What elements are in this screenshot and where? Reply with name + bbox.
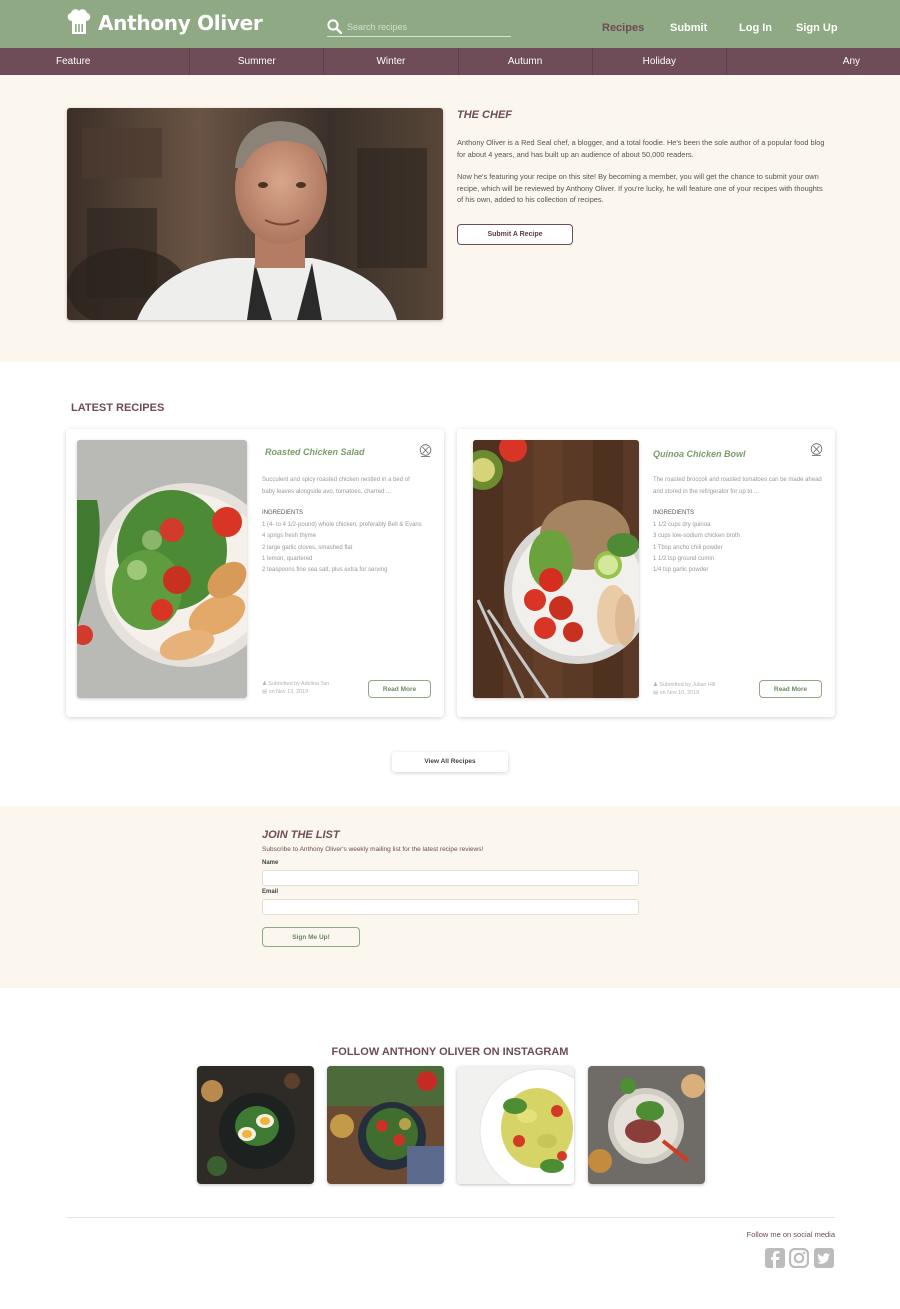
- ingredients-heading: INGREDIENTS: [653, 510, 695, 516]
- social-caption: Follow me on social media: [746, 1230, 835, 1239]
- chef-hat-icon: [67, 9, 91, 34]
- chef-bio-paragraph-2: Now he's featuring your recipe on this s…: [457, 172, 823, 204]
- brand-name: Anthony Oliver: [98, 11, 263, 35]
- read-more-button[interactable]: Read More: [759, 680, 822, 698]
- submitted-date: on Nov 13, 2019: [268, 688, 309, 695]
- newsletter-section: JOIN THE LIST Subscribe to Anthony Olive…: [0, 806, 900, 988]
- recipe-description: The roasted broccoli and roasted tomatoe…: [653, 477, 822, 495]
- submitted-date: on Nov 10, 2019: [659, 689, 700, 696]
- recipe-card: Quinoa Chicken Bowl The roasted broccoli…: [457, 429, 835, 717]
- facebook-icon[interactable]: [765, 1248, 785, 1268]
- sign-me-up-button[interactable]: Sign Me Up!: [262, 927, 360, 947]
- calendar-icon: ▤: [653, 689, 659, 696]
- search-icon[interactable]: [327, 19, 342, 34]
- chef-portrait-image: [67, 108, 443, 320]
- chef-heading: THE CHEF: [457, 109, 512, 121]
- top-header: Anthony Oliver Recipes Submit Log In Sig…: [0, 0, 900, 48]
- submitted-by: Submitted by Julian Hill: [659, 682, 716, 688]
- search-box: [327, 19, 511, 37]
- submitted-by: Submitted by Adelina Tan: [268, 681, 330, 687]
- ingredient-item: 1 Tbsp ancho chili powder: [653, 544, 723, 551]
- user-icon: ♟: [653, 682, 658, 688]
- quinoa-bowl-image: [473, 440, 639, 698]
- ingredient-item: 3 cups low-sodium chicken broth: [653, 533, 741, 540]
- view-all-recipes-button[interactable]: View All Recipes: [392, 752, 508, 772]
- category-winter[interactable]: Winter: [324, 48, 459, 75]
- ingredient-item: 1 1/2 cups dry quinoa: [653, 522, 711, 528]
- recipe-card: Roasted Chicken Salad Succulent and spic…: [66, 429, 444, 717]
- nav-log-in[interactable]: Log In: [739, 22, 772, 34]
- newsletter-subtitle: Subscribe to Anthony Oliver's weekly mai…: [262, 846, 484, 853]
- ingredients-list: 1 (4- to 4 1/2-pound) whole chicken, pre…: [262, 520, 426, 576]
- instagram-heading: FOLLOW ANTHONY OLIVER ON INSTAGRAM: [331, 1046, 569, 1058]
- ingredient-item: 1 (4- to 4 1/2-pound) whole chicken, pre…: [262, 522, 422, 528]
- ingredient-item: 4 sprigs fresh thyme: [262, 533, 317, 540]
- instagram-image-eggs: [197, 1066, 314, 1184]
- instagram-photo[interactable]: [588, 1066, 705, 1184]
- newsletter-heading: JOIN THE LIST: [262, 829, 340, 841]
- instagram-photo[interactable]: [327, 1066, 444, 1184]
- ingredient-item: 1 lemon, quartered: [262, 555, 313, 562]
- submit-recipe-button[interactable]: Submit A Recipe: [457, 224, 573, 245]
- name-field[interactable]: [262, 870, 639, 886]
- recipe-title[interactable]: Quinoa Chicken Bowl: [653, 449, 746, 459]
- category-holiday[interactable]: Holiday: [593, 48, 727, 75]
- category-feature[interactable]: Feature: [0, 48, 191, 75]
- email-field[interactable]: [262, 899, 639, 915]
- ingredients-heading: INGREDIENTS: [262, 510, 304, 516]
- read-more-button[interactable]: Read More: [368, 680, 431, 698]
- ingredient-item: 2 large garlic cloves, smashed flat: [262, 544, 353, 551]
- instagram-image-bowl: [327, 1066, 444, 1184]
- calendar-icon: ▤: [262, 688, 268, 695]
- category-summer[interactable]: Summer: [190, 48, 325, 75]
- chef-photo: [67, 108, 443, 320]
- recipe-image[interactable]: [473, 440, 639, 698]
- ingredient-item: 2 teaspoons fine sea salt, plus extra fo…: [262, 567, 388, 574]
- fork-knife-icon: [810, 443, 823, 456]
- category-any[interactable]: Any: [727, 48, 900, 75]
- recipe-meta: ♟ Submitted by Adelina Tan ▤ on Nov 13, …: [262, 681, 329, 696]
- instagram-photo[interactable]: [457, 1066, 574, 1184]
- instagram-image-steak: [588, 1066, 705, 1184]
- recipe-meta: ♟ Submitted by Julian Hill ▤ on Nov 10, …: [653, 682, 715, 697]
- category-autumn[interactable]: Autumn: [459, 48, 593, 75]
- name-label: Name: [262, 860, 279, 866]
- chef-section: THE CHEF Anthony Oliver is a Red Seal ch…: [0, 75, 900, 362]
- user-icon: ♟: [262, 681, 267, 687]
- instagram-photo[interactable]: [197, 1066, 314, 1184]
- chicken-salad-image: [77, 440, 247, 698]
- instagram-image-pasta: [457, 1066, 574, 1184]
- latest-recipes-heading: LATEST RECIPES: [71, 402, 165, 414]
- ingredients-list: 1 1/2 cups dry quinoa 3 cups low-sodium …: [653, 520, 817, 576]
- ingredient-item: 1/4 tsp garlic powder: [653, 567, 709, 574]
- nav-submit[interactable]: Submit: [670, 22, 707, 34]
- recipe-title[interactable]: Roasted Chicken Salad: [265, 447, 365, 457]
- twitter-icon[interactable]: [814, 1248, 834, 1268]
- category-bar: Feature Summer Winter Autumn Holiday Any: [0, 48, 900, 75]
- nav-sign-up[interactable]: Sign Up: [796, 22, 838, 34]
- email-label: Email: [262, 889, 279, 895]
- ingredient-item: 1 1/2 tsp ground cumin: [653, 555, 715, 562]
- fork-knife-icon: [419, 444, 432, 457]
- brand-logo[interactable]: Anthony Oliver: [66, 8, 263, 38]
- recipe-image[interactable]: [77, 440, 247, 698]
- nav-recipes[interactable]: Recipes: [602, 22, 644, 34]
- recipe-description: Succulent and spicy roasted chicken nest…: [262, 477, 410, 495]
- instagram-icon[interactable]: [789, 1248, 809, 1268]
- search-input[interactable]: [347, 19, 507, 35]
- chef-bio-paragraph-1: Anthony Oliver is a Red Seal chef, a blo…: [457, 138, 825, 159]
- footer-divider: [66, 1217, 835, 1218]
